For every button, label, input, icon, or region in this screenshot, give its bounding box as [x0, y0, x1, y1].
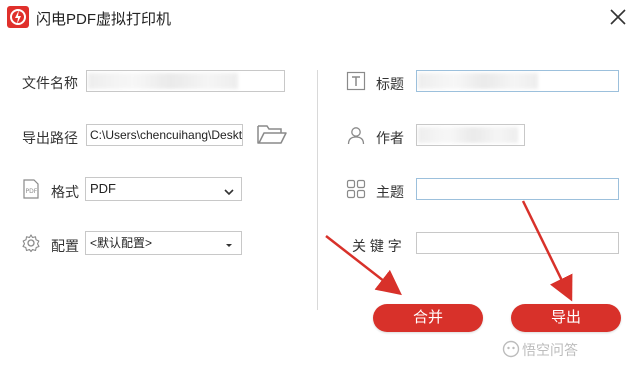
watermark-text: 悟空问答 — [522, 342, 578, 358]
watermark-icon — [502, 340, 520, 361]
arrow-to-export — [521, 200, 573, 302]
annotation-arrows — [325, 200, 573, 302]
arrow-to-merge — [325, 235, 402, 296]
